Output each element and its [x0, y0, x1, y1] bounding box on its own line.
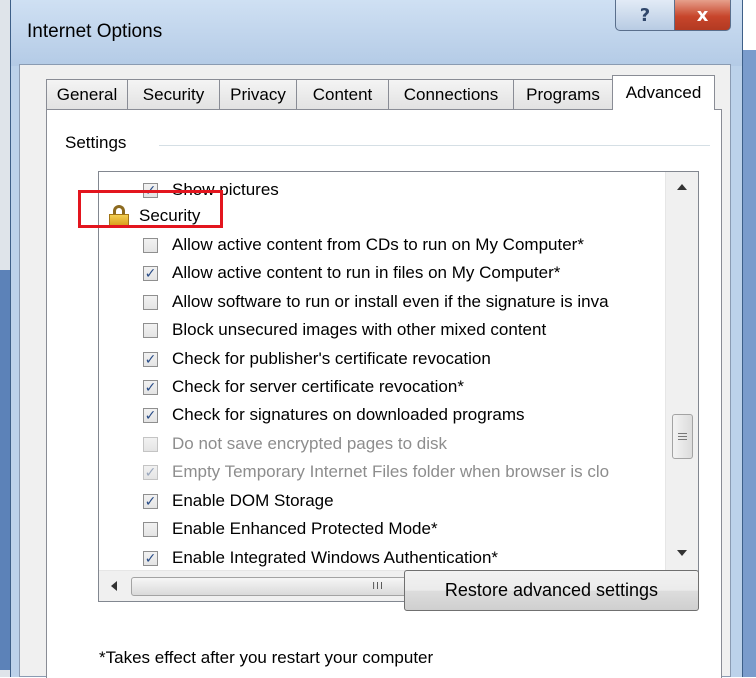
setting-label: Check for signatures on downloaded progr… [172, 405, 525, 424]
setting-do-not-save-encrypted: Do not save encrypted pages to disk [143, 430, 447, 458]
checkbox-unchecked[interactable] [143, 237, 158, 253]
setting-label: Block unsecured images with other mixed … [172, 320, 547, 339]
tab-programs[interactable]: Programs [513, 79, 613, 109]
setting-block-unsecured-images[interactable]: Block unsecured images with other mixed … [143, 316, 546, 344]
checkbox-checked[interactable]: ✓ [143, 379, 158, 395]
checkbox-disabled [143, 436, 158, 452]
help-icon: ? [639, 4, 651, 26]
tab-security[interactable]: Security [127, 79, 220, 109]
checkbox-unchecked[interactable] [143, 521, 158, 537]
setting-allow-active-content-files[interactable]: ✓ Allow active content to run in files o… [143, 259, 560, 287]
checkbox-unchecked[interactable] [143, 294, 158, 310]
setting-server-cert-revocation[interactable]: ✓ Check for server certificate revocatio… [143, 373, 464, 401]
settings-group-label: Settings [65, 133, 133, 153]
background-left [0, 0, 10, 677]
close-icon: x [696, 4, 709, 26]
setting-label: Allow software to run or install even if… [172, 292, 609, 311]
checkbox-checked[interactable]: ✓ [143, 407, 158, 423]
setting-label: Check for publisher's certificate revoca… [172, 349, 491, 368]
security-highlight-box [78, 190, 223, 228]
vertical-scrollbar[interactable] [665, 172, 698, 570]
setting-allow-active-content-cds[interactable]: Allow active content from CDs to run on … [143, 231, 584, 259]
checkbox-checked[interactable]: ✓ [143, 550, 158, 566]
scroll-grip-icon: III [372, 581, 384, 592]
checkbox-checked[interactable]: ✓ [143, 493, 158, 509]
setting-label: Do not save encrypted pages to disk [172, 434, 447, 453]
vertical-scroll-thumb[interactable] [672, 414, 693, 459]
setting-enable-dom-storage[interactable]: ✓ Enable DOM Storage [143, 487, 334, 515]
tab-connections[interactable]: Connections [388, 79, 514, 109]
checkbox-checked[interactable]: ✓ [143, 265, 158, 281]
close-button[interactable]: x [674, 0, 731, 31]
setting-enhanced-protected-mode[interactable]: Enable Enhanced Protected Mode* [143, 515, 438, 543]
scroll-up-arrow-icon[interactable] [677, 184, 687, 190]
restart-note: *Takes effect after you restart your com… [99, 648, 434, 667]
setting-integrated-windows-auth[interactable]: ✓ Enable Integrated Windows Authenticati… [143, 544, 498, 572]
setting-empty-temp-files: ✓ Empty Temporary Internet Files folder … [143, 458, 609, 486]
settings-list[interactable]: ✓ Show pictures Security Allow active co… [98, 171, 699, 602]
setting-label: Allow active content from CDs to run on … [172, 235, 584, 254]
scroll-down-arrow-icon[interactable] [677, 550, 687, 556]
tab-content[interactable]: Content [296, 79, 389, 109]
title-bar[interactable]: Internet Options ? x [11, 0, 742, 66]
setting-check-signatures[interactable]: ✓ Check for signatures on downloaded pro… [143, 401, 524, 429]
restore-advanced-settings-button[interactable]: Restore advanced settings [404, 570, 699, 611]
checkbox-unchecked[interactable] [143, 322, 158, 338]
setting-label: Enable Enhanced Protected Mode* [172, 519, 438, 538]
setting-label: Empty Temporary Internet Files folder wh… [172, 462, 610, 481]
group-divider [159, 145, 710, 146]
setting-allow-software-invalid-signature[interactable]: Allow software to run or install even if… [143, 288, 609, 316]
tab-advanced[interactable]: Advanced [612, 75, 715, 110]
setting-label: Enable Integrated Windows Authentication… [172, 548, 499, 567]
setting-label: Check for server certificate revocation* [172, 377, 464, 396]
checkbox-disabled-checked: ✓ [143, 463, 158, 480]
tab-privacy[interactable]: Privacy [219, 79, 297, 109]
setting-publisher-cert-revocation[interactable]: ✓ Check for publisher's certificate revo… [143, 345, 491, 373]
scroll-left-arrow-icon[interactable] [111, 581, 117, 591]
setting-label: Enable DOM Storage [172, 491, 334, 510]
setting-label: Allow active content to run in files on … [172, 263, 561, 282]
window-title: Internet Options [27, 21, 163, 42]
checkbox-checked[interactable]: ✓ [143, 351, 158, 367]
help-button[interactable]: ? [615, 0, 675, 31]
tab-general[interactable]: General [46, 79, 128, 109]
background-right [743, 0, 756, 677]
